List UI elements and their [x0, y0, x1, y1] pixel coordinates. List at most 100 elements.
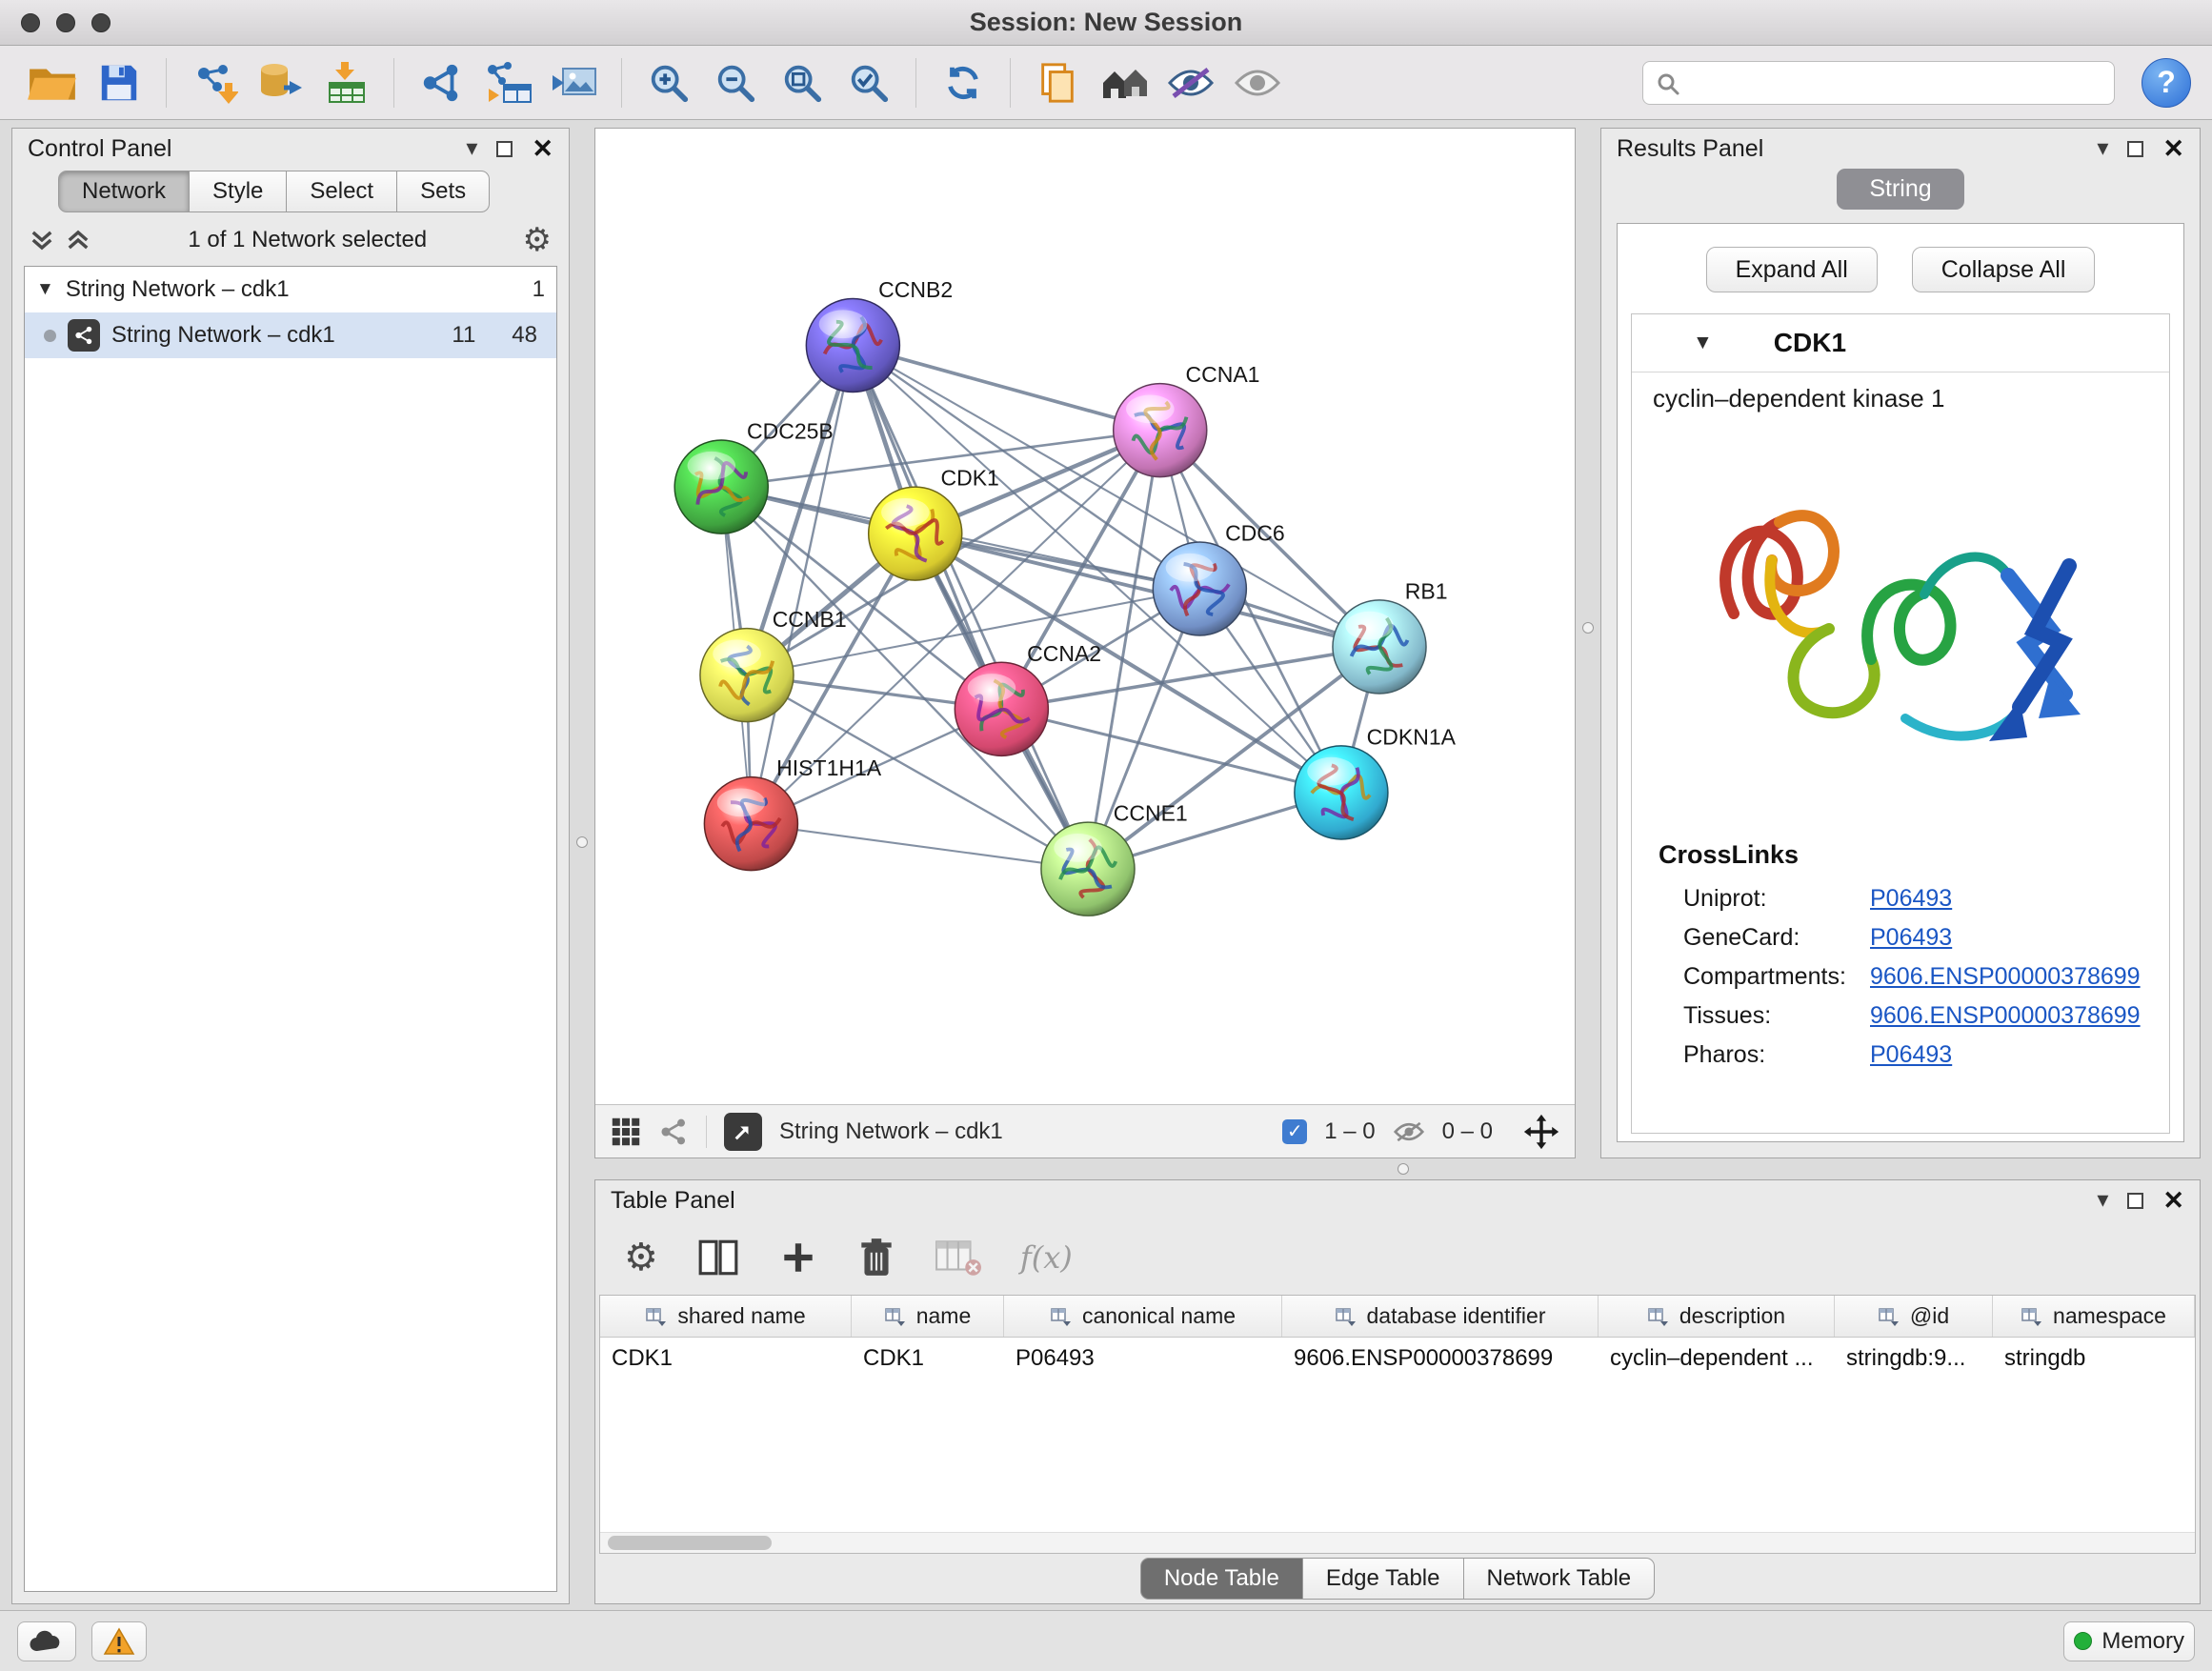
show-columns-icon[interactable]: [696, 1238, 740, 1278]
table-cell[interactable]: CDK1: [600, 1338, 852, 1381]
table-cell[interactable]: stringdb:9...: [1835, 1338, 1993, 1381]
network-canvas[interactable]: CCNB2CCNA1CDC25BCDK1CDC6RB1CCNB1CCNA2CDK…: [595, 129, 1575, 1104]
table-settings-gear-icon[interactable]: ⚙: [624, 1238, 658, 1277]
tab-select[interactable]: Select: [287, 171, 397, 212]
splitter-handle[interactable]: [1398, 1163, 1409, 1175]
import-network-file-button[interactable]: [182, 52, 245, 113]
apply-layout-button[interactable]: [932, 52, 995, 113]
panel-maximize-icon[interactable]: [2127, 1193, 2143, 1209]
tab-network-table[interactable]: Network Table: [1464, 1558, 1656, 1600]
network-graph[interactable]: CCNB2CCNA1CDC25BCDK1CDC6RB1CCNB1CCNA2CDK…: [595, 129, 1575, 1104]
panel-maximize-icon[interactable]: [496, 141, 513, 157]
zoom-fit-button[interactable]: [771, 52, 834, 113]
network-row-selected[interactable]: String Network – cdk1 11 48: [25, 312, 556, 358]
gene-section-header[interactable]: ▼ CDK1: [1632, 314, 2169, 372]
zoom-out-button[interactable]: [704, 52, 767, 113]
network-edge[interactable]: [1001, 709, 1341, 793]
save-session-button[interactable]: [88, 52, 151, 113]
panel-maximize-icon[interactable]: [2127, 141, 2143, 157]
tab-node-table[interactable]: Node Table: [1140, 1558, 1303, 1600]
network-edge[interactable]: [751, 824, 1088, 870]
show-all-button[interactable]: [1226, 52, 1289, 113]
network-edge[interactable]: [747, 589, 1199, 675]
hidden-eye-slash-icon[interactable]: [1393, 1119, 1425, 1144]
table-cell[interactable]: P06493: [1004, 1338, 1282, 1381]
tab-string[interactable]: String: [1837, 169, 1963, 210]
network-node-CCNB2[interactable]: CCNB2: [806, 277, 953, 393]
hide-selected-button[interactable]: [1159, 52, 1222, 113]
column-header-namespace[interactable]: namespace: [1993, 1296, 2195, 1337]
delete-column-icon[interactable]: [856, 1236, 896, 1279]
collapse-all-button[interactable]: Collapse All: [1912, 247, 2096, 292]
crosslink-link[interactable]: P06493: [1870, 1041, 1952, 1069]
scrollbar-thumb[interactable]: [608, 1536, 772, 1550]
gear-icon[interactable]: ⚙: [523, 224, 552, 256]
column-header-shared-name[interactable]: shared name: [600, 1296, 852, 1337]
import-table-file-button[interactable]: [315, 52, 378, 113]
search-input[interactable]: [1642, 61, 2115, 105]
column-header-description[interactable]: description: [1599, 1296, 1835, 1337]
network-node-CDKN1A[interactable]: CDKN1A: [1295, 724, 1457, 839]
expand-all-icon[interactable]: [28, 226, 56, 254]
open-session-button[interactable]: [21, 52, 84, 113]
network-collection-row[interactable]: ▼ String Network – cdk1 1: [25, 267, 556, 312]
column-header--id[interactable]: @id: [1835, 1296, 1993, 1337]
left-splitter[interactable]: [570, 128, 594, 1604]
network-node-CCNB1[interactable]: CCNB1: [700, 607, 847, 722]
tab-style[interactable]: Style: [190, 171, 287, 212]
network-edge[interactable]: [853, 346, 1088, 870]
right-splitter[interactable]: [1576, 128, 1600, 1158]
add-column-icon[interactable]: [778, 1238, 818, 1278]
column-header-database-identifier[interactable]: database identifier: [1282, 1296, 1599, 1337]
panel-menu-icon[interactable]: ▾: [466, 137, 477, 160]
column-header-name[interactable]: name: [852, 1296, 1004, 1337]
table-cell[interactable]: stringdb: [1993, 1338, 2195, 1381]
network-edge[interactable]: [751, 346, 853, 824]
tab-edge-table[interactable]: Edge Table: [1303, 1558, 1464, 1600]
share-icon[interactable]: [658, 1117, 689, 1147]
tab-network[interactable]: Network: [58, 171, 190, 212]
collapse-all-icon[interactable]: [64, 226, 92, 254]
table-body[interactable]: [600, 1381, 2195, 1532]
panel-menu-icon[interactable]: ▾: [2097, 1189, 2108, 1212]
crosslink-link[interactable]: P06493: [1870, 885, 1952, 913]
open-in-window-button[interactable]: [724, 1113, 762, 1151]
cloud-button[interactable]: [17, 1621, 76, 1661]
network-node-CDK1[interactable]: CDK1: [869, 466, 999, 581]
horizontal-scrollbar[interactable]: [600, 1532, 2195, 1553]
memory-button[interactable]: Memory: [2063, 1621, 2195, 1661]
new-network-table-button[interactable]: [476, 52, 539, 113]
zoom-in-button[interactable]: [637, 52, 700, 113]
crosslink-link[interactable]: P06493: [1870, 924, 1952, 952]
panel-close-icon[interactable]: ✕: [2162, 1188, 2184, 1214]
import-network-database-button[interactable]: [249, 52, 312, 113]
table-cell[interactable]: CDK1: [852, 1338, 1004, 1381]
warnings-button[interactable]: [91, 1621, 147, 1661]
splitter-handle[interactable]: [1582, 622, 1594, 634]
minimize-window-button[interactable]: [56, 13, 75, 32]
export-image-button[interactable]: [543, 52, 606, 113]
crosslink-link[interactable]: 9606.ENSP00000378699: [1870, 963, 2141, 991]
table-row[interactable]: CDK1CDK1P064939606.ENSP00000378699cyclin…: [600, 1338, 2195, 1381]
grid-icon[interactable]: [611, 1117, 641, 1147]
table-cell[interactable]: cyclin–dependent ...: [1599, 1338, 1835, 1381]
tab-sets[interactable]: Sets: [397, 171, 490, 212]
tree-expand-icon[interactable]: ▼: [36, 279, 54, 300]
panel-menu-icon[interactable]: ▾: [2097, 137, 2108, 160]
collapse-gene-icon[interactable]: ▼: [1693, 332, 1713, 354]
panel-close-icon[interactable]: ✕: [2162, 136, 2184, 162]
help-button[interactable]: ?: [2142, 58, 2191, 108]
close-window-button[interactable]: [21, 13, 40, 32]
selected-checkbox-icon[interactable]: ✓: [1282, 1119, 1307, 1144]
zoom-selected-button[interactable]: [837, 52, 900, 113]
table-cell[interactable]: 9606.ENSP00000378699: [1282, 1338, 1599, 1381]
expand-all-button[interactable]: Expand All: [1706, 247, 1878, 292]
column-header-canonical-name[interactable]: canonical name: [1004, 1296, 1282, 1337]
network-node-RB1[interactable]: RB1: [1333, 578, 1448, 694]
bottom-splitter[interactable]: [594, 1158, 2201, 1179]
zoom-window-button[interactable]: [91, 13, 111, 32]
first-neighbors-button[interactable]: [1093, 52, 1156, 113]
network-node-CCNA1[interactable]: CCNA1: [1114, 362, 1260, 477]
splitter-handle[interactable]: [576, 836, 588, 848]
panel-close-icon[interactable]: ✕: [532, 136, 553, 162]
